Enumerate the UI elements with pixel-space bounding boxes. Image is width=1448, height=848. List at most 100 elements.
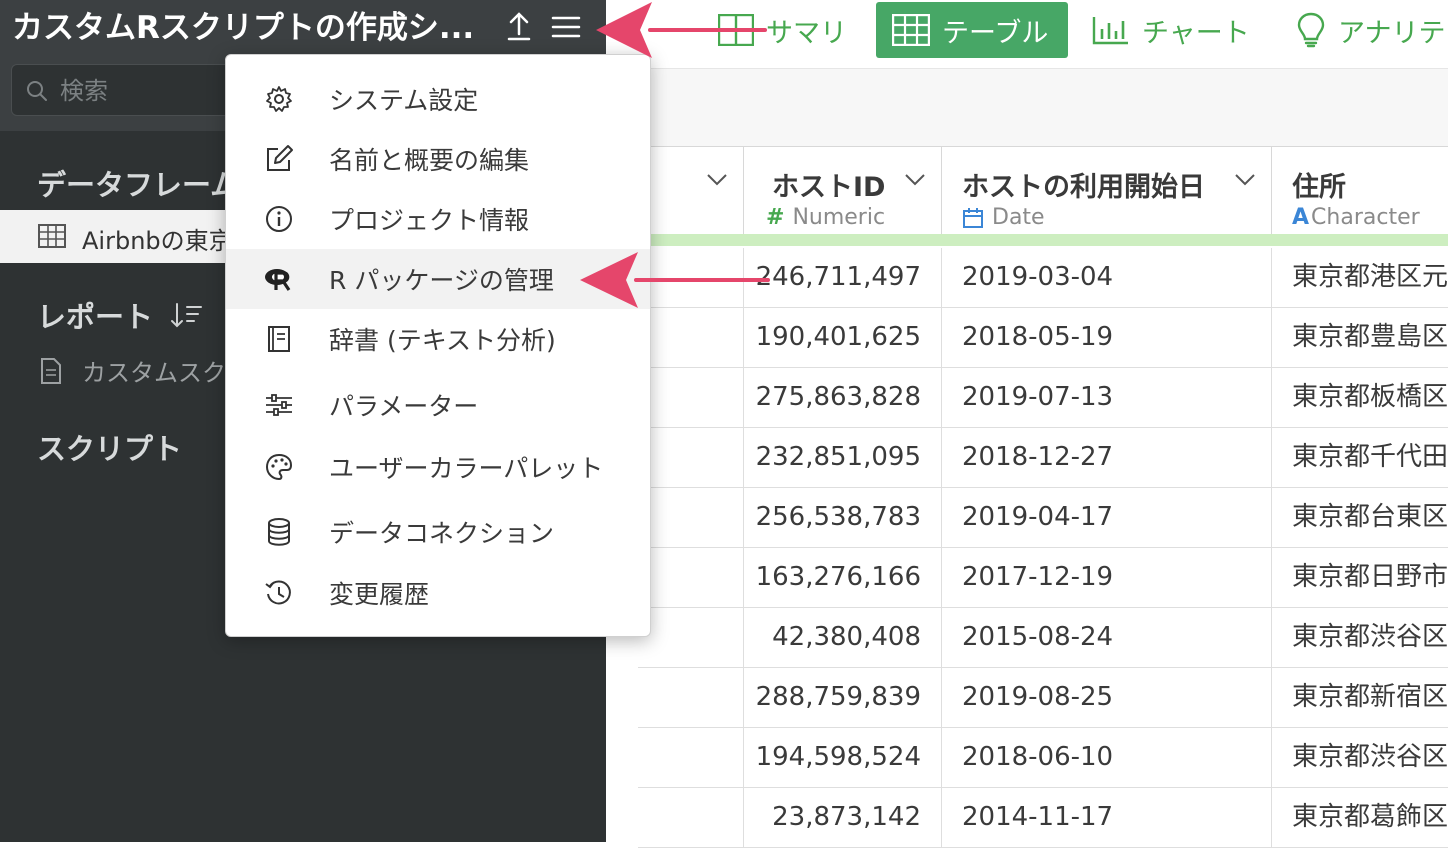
menu-item-label: パラメーター [329,392,479,421]
table-cell-host-id[interactable]: 194,598,524 [744,728,942,788]
table-cell-address[interactable]: 東京都日野市 [1272,548,1448,608]
column-header-host-start-date[interactable]: ホストの利用開始日 Date [942,146,1272,234]
sort-icon[interactable] [170,300,204,330]
table-cell-blank [638,248,744,308]
project-title[interactable]: カスタムRスクリプトの作成シ... [12,6,492,50]
menu-item-r-packages[interactable]: R パッケージの管理 [226,249,650,309]
lightbulb-icon [1297,12,1325,48]
table-cell-start-date[interactable]: 2018-06-10 [942,728,1272,788]
table-cell-blank [638,668,744,728]
tab-table-label: テーブル [942,17,1049,49]
table-cell-address[interactable]: 東京都新宿区 [1272,668,1448,728]
table-cell-host-id[interactable]: 42,380,408 [744,608,942,668]
history-icon [265,580,291,605]
menu-item-label: 変更履歴 [329,580,430,609]
tab-summary-label: サマリ [766,17,847,49]
chevron-down-icon[interactable] [1234,173,1256,187]
table-cell-host-id[interactable]: 288,759,839 [744,668,942,728]
table-cell-blank [638,488,744,548]
column-header-address[interactable]: 住所 A Character [1272,146,1448,234]
table-icon [892,14,930,46]
menu-item-dictionary[interactable]: 辞書 (テキスト分析) [226,309,650,369]
column-quality-bar [644,234,1448,246]
menu-item-label: ユーザーカラーパレット [329,454,604,483]
table-cell-start-date[interactable]: 2019-07-13 [942,368,1272,428]
table-cell-blank [638,308,744,368]
table-cell-address[interactable]: 東京都千代田 [1272,428,1448,488]
tab-summary[interactable]: サマリ [718,2,847,58]
table-cell-blank [638,728,744,788]
top-navigation: サマリ テーブル チャート アナリテ [606,0,1448,69]
table-cell-address[interactable]: 東京都豊島区 [1272,308,1448,368]
menu-item-project-info[interactable]: プロジェクト情報 [226,189,650,249]
column-name: 住所 [1292,172,1346,203]
menu-item-label: R パッケージの管理 [329,266,554,295]
upload-icon[interactable] [502,10,536,44]
project-menu-dropdown: システム設定 名前と概要の編集 プロジェクト情報 R パッケージの管理 辞書 (… [225,54,651,637]
sliders-icon [266,394,292,416]
menu-item-label: プロジェクト情報 [329,206,530,235]
tab-chart-label: チャート [1142,17,1250,49]
hamburger-menu-icon[interactable] [548,10,584,44]
calendar-icon [963,207,983,228]
column-type: A Character [1292,205,1420,230]
summary-icon [718,14,754,46]
table-cell-start-date[interactable]: 2019-04-17 [942,488,1272,548]
report-item-label: カスタムスク [82,359,226,387]
tab-table[interactable]: テーブル [876,2,1069,58]
search-icon [27,81,47,101]
menu-item-edit-name[interactable]: 名前と概要の編集 [226,129,650,189]
column-header-host-id[interactable]: ホストID # Numeric [744,146,942,234]
edit-icon [267,145,293,171]
numeric-type-icon: # [766,205,785,230]
table-cell-address[interactable]: 東京都葛飾区 [1272,788,1448,848]
column-type-label: Date [992,205,1045,230]
table-cell-blank [638,788,744,848]
table-cell-host-id[interactable]: 275,863,828 [744,368,942,428]
menu-item-data-connection[interactable]: データコネクション [226,502,650,562]
r-logo-icon [265,269,291,291]
chevron-down-icon[interactable] [904,173,926,187]
column-header-hidden[interactable] [638,146,744,234]
table-cell-start-date[interactable]: 2018-12-27 [942,428,1272,488]
table-cell-address[interactable]: 東京都台東区 [1272,488,1448,548]
menu-item-color-palette[interactable]: ユーザーカラーパレット [226,437,650,497]
table-cell-start-date[interactable]: 2018-05-19 [942,308,1272,368]
table-cell-start-date[interactable]: 2019-03-04 [942,248,1272,308]
column-type: # Numeric [766,205,885,230]
table-cell-start-date[interactable]: 2015-08-24 [942,608,1272,668]
table-cell-blank [638,428,744,488]
table-cell-host-id[interactable]: 246,711,497 [744,248,942,308]
menu-item-parameters[interactable]: パラメーター [226,375,650,435]
chevron-down-icon[interactable] [706,173,728,187]
table-toolbar [606,69,1448,146]
tab-chart[interactable]: チャート [1092,2,1250,58]
gear-icon [266,86,292,112]
table-cell-blank [638,608,744,668]
table-cell-start-date[interactable]: 2017-12-19 [942,548,1272,608]
table-cell-address[interactable]: 東京都板橋区 [1272,368,1448,428]
table-cell-host-id[interactable]: 190,401,625 [744,308,942,368]
table-cell-host-id[interactable]: 256,538,783 [744,488,942,548]
document-icon [41,358,61,384]
column-type-label: Numeric [792,205,886,230]
menu-item-label: 辞書 (テキスト分析) [329,326,556,355]
table-cell-host-id[interactable]: 23,873,142 [744,788,942,848]
table-cell-start-date[interactable]: 2014-11-17 [942,788,1272,848]
tab-analytics[interactable]: アナリテ [1296,2,1445,58]
scripts-section-title: スクリプト [37,432,183,466]
table-cell-address[interactable]: 東京都港区元 [1272,248,1448,308]
character-type-icon: A [1292,205,1310,230]
menu-item-history[interactable]: 変更履歴 [226,563,650,623]
reports-section-title: レポート [37,300,154,334]
table-cell-start-date[interactable]: 2019-08-25 [942,668,1272,728]
palette-icon [265,453,293,481]
table-cell-address[interactable]: 東京都渋谷区 [1272,728,1448,788]
table-cell-host-id[interactable]: 163,276,166 [744,548,942,608]
column-type-label: Character [1311,205,1420,230]
column-type: Date [962,205,1045,230]
table-cell-address[interactable]: 東京都渋谷区 [1272,608,1448,668]
table-cell-host-id[interactable]: 232,851,095 [744,428,942,488]
menu-item-system-settings[interactable]: システム設定 [226,69,650,129]
menu-item-label: システム設定 [329,86,479,115]
